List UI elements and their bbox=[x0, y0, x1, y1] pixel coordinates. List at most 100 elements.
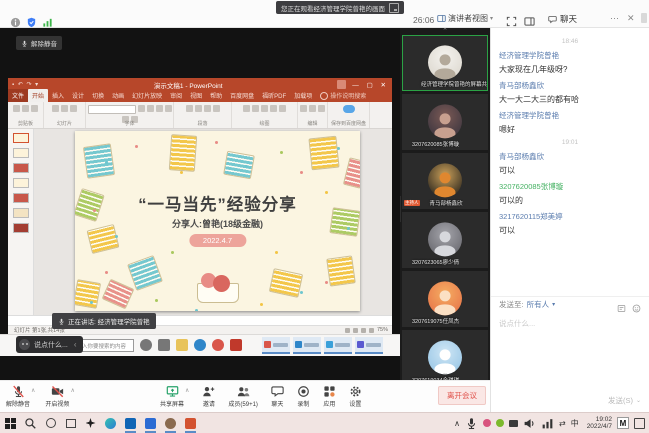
pinned-app-icon[interactable] bbox=[84, 417, 97, 430]
send-to-selector[interactable]: 所有人 bbox=[527, 299, 550, 310]
scroll-up-icon[interactable]: ⌃ bbox=[400, 29, 490, 35]
view-reading-icon[interactable] bbox=[361, 328, 366, 333]
view-normal-icon[interactable] bbox=[345, 328, 350, 333]
action-center-icon[interactable] bbox=[634, 418, 645, 429]
tray-app-green-icon[interactable] bbox=[496, 419, 504, 427]
windows-start-icon[interactable] bbox=[4, 417, 17, 430]
taskbar-app-icon[interactable] bbox=[140, 339, 152, 351]
taskbar-window-button[interactable] bbox=[293, 337, 321, 354]
edge-browser-icon[interactable] bbox=[104, 417, 117, 430]
caret-up-icon[interactable]: ∧ bbox=[31, 387, 35, 408]
invite-button[interactable]: 邀请 bbox=[202, 385, 215, 408]
panel-pin-icon[interactable] bbox=[641, 13, 647, 23]
ribbon-group-字体[interactable]: 字体 bbox=[86, 102, 174, 128]
ppt-tab-插入[interactable]: 插入 bbox=[48, 89, 68, 102]
tray-expand-icon[interactable]: ∧ bbox=[454, 419, 460, 428]
view-slideshow-icon[interactable] bbox=[369, 328, 374, 333]
taskbar-app-icon[interactable] bbox=[176, 339, 188, 351]
send-button[interactable]: 发送(S) bbox=[608, 395, 633, 406]
view-mode-selector[interactable]: 演讲者视图 ▾ bbox=[437, 13, 493, 24]
tray-display-icon[interactable] bbox=[509, 420, 518, 427]
ppt-tab-福昕PDF[interactable]: 福昕PDF bbox=[258, 89, 290, 102]
send-options-icon[interactable]: ⌄ bbox=[636, 397, 641, 404]
taskbar-app-icon[interactable] bbox=[230, 339, 242, 351]
taskbar-window-button[interactable] bbox=[355, 337, 383, 354]
members-button[interactable]: 成员(59+1) bbox=[228, 385, 258, 408]
slide-thumbnail[interactable] bbox=[13, 223, 29, 233]
ppt-tab-审阅[interactable]: 审阅 bbox=[166, 89, 186, 102]
ime-language-indicator[interactable]: 中 bbox=[571, 418, 579, 429]
screen-share-button[interactable]: 共享屏幕 bbox=[160, 385, 184, 408]
chat-message-list[interactable]: 18:46经济管理学院曾艳大家现在几年级呀?青马部杨鑫欣大一大二大三的都有哈经济… bbox=[491, 30, 649, 296]
emoji-picker-icon[interactable] bbox=[632, 300, 641, 309]
slide-thumbnail[interactable] bbox=[13, 208, 29, 218]
ribbon-group-绘图[interactable]: 绘图 bbox=[232, 102, 298, 128]
participant-tile[interactable]: 主持人 青马部杨鑫欣 bbox=[402, 153, 488, 209]
ppt-tab-动画[interactable]: 动画 bbox=[108, 89, 128, 102]
slide-thumbnail[interactable] bbox=[13, 163, 29, 173]
slide-thumbnail[interactable] bbox=[13, 133, 29, 143]
ppt-tab-设计[interactable]: 设计 bbox=[68, 89, 88, 102]
unmute-tooltip[interactable]: 解除静音 bbox=[16, 36, 62, 50]
participant-tile[interactable]: 3207623065廖少倩 bbox=[402, 212, 488, 268]
settings-button[interactable]: 设置 bbox=[349, 385, 362, 408]
ppt-tab-加载项[interactable]: 加载项 bbox=[290, 89, 316, 102]
tray-sync-icon[interactable]: ⇄ bbox=[559, 419, 566, 428]
taskbar-window-button[interactable] bbox=[262, 337, 290, 354]
taskbar-window-button[interactable] bbox=[324, 337, 352, 354]
participant-tile[interactable]: 3207619075任凤杰 bbox=[402, 271, 488, 327]
account-avatar[interactable] bbox=[337, 80, 346, 89]
powerpoint-icon[interactable] bbox=[184, 417, 197, 430]
sogou-ime-icon[interactable]: M bbox=[617, 417, 629, 429]
quick-access-toolbar[interactable]: ▪ ↶ ↷ ▾ bbox=[12, 81, 39, 88]
zoom-level[interactable]: 75% bbox=[377, 327, 388, 333]
tray-network-icon[interactable] bbox=[541, 417, 554, 430]
ribbon-group-baidu-cloud[interactable]: 保存到百度网盘 bbox=[328, 102, 370, 128]
view-sorter-icon[interactable] bbox=[353, 328, 358, 333]
danmaku-input[interactable]: 说点什么... ‹ bbox=[16, 336, 83, 353]
slide-thumbnail[interactable] bbox=[13, 193, 29, 203]
security-shield-icon[interactable] bbox=[26, 15, 37, 26]
collapse-left-icon[interactable]: ‹ bbox=[74, 340, 77, 349]
clock[interactable]: 19:02 2022/4/7 bbox=[587, 416, 612, 430]
tray-app-pink-icon[interactable] bbox=[483, 419, 491, 427]
chat-button[interactable]: 聊天 bbox=[271, 385, 284, 408]
ppt-tab-视图[interactable]: 视图 bbox=[186, 89, 206, 102]
record-button[interactable]: 录制 bbox=[297, 385, 310, 408]
chat-history-icon[interactable] bbox=[617, 300, 626, 309]
ppt-tab-文件[interactable]: 文件 bbox=[8, 89, 28, 102]
taskbar-app-icon[interactable] bbox=[212, 339, 224, 351]
taskbar-search-icon[interactable] bbox=[24, 417, 37, 430]
tray-microphone-icon[interactable] bbox=[465, 417, 478, 430]
floating-window-icon[interactable] bbox=[389, 3, 399, 13]
ppt-tab-切换[interactable]: 切换 bbox=[88, 89, 108, 102]
tray-speaker-icon[interactable] bbox=[523, 417, 536, 430]
fullscreen-icon[interactable] bbox=[506, 14, 517, 25]
ppt-tab-开始[interactable]: 开始 bbox=[28, 89, 48, 102]
taskbar-app-icon[interactable] bbox=[194, 339, 206, 351]
mic-off-button[interactable]: 解除静音 bbox=[6, 385, 30, 408]
tencent-meeting-icon[interactable] bbox=[144, 417, 157, 430]
camera-off-button[interactable]: 开启视频 bbox=[45, 385, 69, 408]
slide-thumbnail[interactable] bbox=[13, 178, 29, 188]
task-view-icon[interactable] bbox=[64, 417, 77, 430]
caret-up-icon[interactable]: ∧ bbox=[185, 387, 189, 408]
participant-tile[interactable]: 3207620085张博璇 bbox=[402, 94, 488, 150]
leave-meeting-button[interactable]: 离开会议 bbox=[438, 386, 486, 405]
apps-button[interactable]: 应用 bbox=[323, 385, 336, 408]
taskbar-app-icon[interactable] bbox=[158, 339, 170, 351]
participant-tile[interactable]: 经济管理学院曾艳的屏幕共享 bbox=[402, 35, 488, 91]
outlook-icon[interactable] bbox=[124, 417, 137, 430]
ribbon-group-编辑[interactable]: 编辑 bbox=[298, 102, 328, 128]
ppt-tab-百度网盘[interactable]: 百度网盘 bbox=[226, 89, 258, 102]
panel-layout-icon[interactable] bbox=[524, 14, 535, 25]
user-app-icon[interactable] bbox=[164, 417, 177, 430]
slide-canvas[interactable]: “一马当先”经验分享 分享人:曾艳(18级金融) 2022.4.7 bbox=[75, 131, 360, 311]
scroll-down-icon[interactable]: ⌄ bbox=[400, 371, 490, 377]
cortana-icon[interactable] bbox=[44, 417, 57, 430]
chat-input[interactable]: 说点什么... bbox=[491, 312, 649, 384]
tell-me-search[interactable]: 操作说明搜索 bbox=[316, 89, 370, 102]
meeting-info-icon[interactable] bbox=[10, 15, 21, 26]
ribbon-group-剪贴板[interactable]: 剪贴板 bbox=[8, 102, 44, 128]
ppt-tab-帮助[interactable]: 帮助 bbox=[206, 89, 226, 102]
